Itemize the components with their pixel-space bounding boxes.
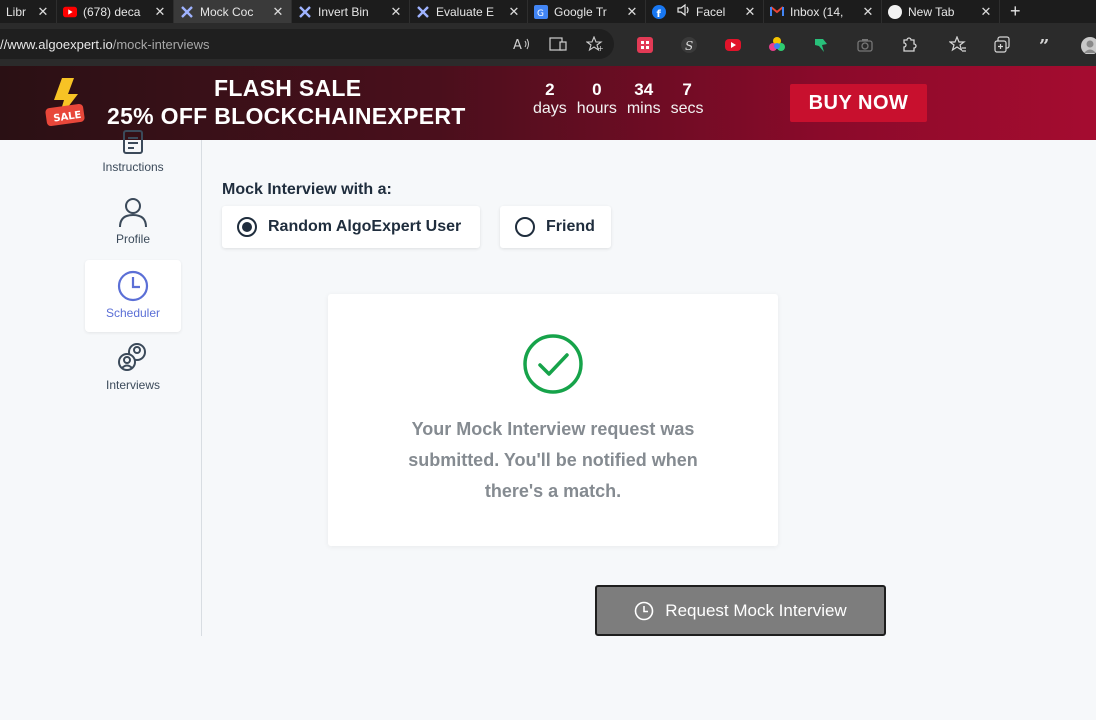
user-icon bbox=[119, 198, 147, 228]
algoexpert-icon bbox=[298, 5, 312, 19]
tab-title: Invert Bin bbox=[318, 4, 369, 19]
tab-evaluate[interactable]: Evaluate E ✕ bbox=[410, 0, 528, 23]
collections-icon[interactable] bbox=[993, 36, 1011, 54]
youtube-icon bbox=[63, 5, 77, 19]
tab-close-icon[interactable]: ✕ bbox=[861, 4, 875, 20]
add-favorite-icon[interactable]: + bbox=[585, 35, 604, 53]
option-label: Friend bbox=[546, 218, 595, 235]
facebook-icon: f bbox=[652, 4, 666, 19]
url-host: //www.algoexpert.io bbox=[0, 37, 113, 52]
flash-sale-offer: 25% OFF BLOCKCHAINEXPERT bbox=[107, 103, 466, 129]
option-label: Random AlgoExpert User bbox=[268, 218, 462, 235]
tab-close-icon[interactable]: ✕ bbox=[507, 4, 521, 20]
sidebar: Instructions Profile Scheduler Interview… bbox=[0, 130, 202, 636]
sidebar-item-scheduler[interactable]: Scheduler bbox=[85, 260, 181, 332]
tab-title: Facel bbox=[696, 4, 726, 19]
tab-gmail[interactable]: Inbox (14, ✕ bbox=[764, 0, 882, 23]
countdown-hours: 0 hours bbox=[576, 80, 617, 117]
extension-color-icon[interactable] bbox=[768, 36, 786, 54]
address-bar: //www.algoexpert.io/mock-interviews A + … bbox=[0, 23, 1096, 66]
option-random-user[interactable]: Random AlgoExpert User bbox=[222, 206, 480, 248]
svg-text:G: G bbox=[537, 9, 544, 19]
clock-icon bbox=[634, 601, 654, 620]
svg-text:S: S bbox=[685, 39, 693, 53]
algoexpert-icon bbox=[180, 5, 194, 19]
option-friend[interactable]: Friend bbox=[500, 206, 611, 248]
google-translate-icon: G bbox=[534, 4, 548, 19]
speaker-icon[interactable] bbox=[676, 3, 692, 20]
tab-title: Mock Coc bbox=[200, 4, 254, 19]
extension-youtube-icon[interactable] bbox=[724, 36, 742, 54]
tab-mock-coding[interactable]: Mock Coc ✕ bbox=[174, 0, 292, 23]
sidebar-item-label: Scheduler bbox=[105, 306, 161, 320]
success-card: Your Mock Interview request was submitte… bbox=[328, 294, 778, 546]
tab-close-icon[interactable]: ✕ bbox=[979, 4, 993, 20]
tab-close-icon[interactable]: ✕ bbox=[743, 4, 757, 20]
sidebar-item-profile[interactable]: Profile bbox=[85, 196, 181, 268]
extension-s-icon[interactable]: S bbox=[680, 36, 698, 54]
mock-interview-heading: Mock Interview with a: bbox=[222, 181, 392, 198]
sidebar-item-label: Interviews bbox=[105, 378, 161, 392]
svg-text:A: A bbox=[513, 38, 522, 52]
clock-icon bbox=[117, 270, 149, 302]
flash-sale-title: FLASH SALE bbox=[214, 75, 362, 101]
sidebar-item-label: Profile bbox=[115, 232, 150, 246]
tab-close-icon[interactable]: ✕ bbox=[271, 4, 285, 20]
svg-text:f: f bbox=[657, 9, 662, 19]
tab-library[interactable]: Libr ✕ bbox=[0, 0, 57, 23]
tab-title: Inbox (14, bbox=[790, 4, 844, 19]
sidebar-item-interviews[interactable]: Interviews bbox=[85, 342, 181, 414]
quote-extension-icon[interactable]: ” bbox=[1037, 36, 1055, 57]
algoexpert-icon bbox=[416, 5, 430, 19]
document-icon bbox=[123, 130, 143, 154]
tab-close-icon[interactable]: ✕ bbox=[389, 4, 403, 20]
svg-text:+: + bbox=[597, 44, 604, 52]
sale-lightning-icon: SALE bbox=[44, 76, 90, 130]
new-tab-button[interactable]: + bbox=[1000, 0, 1031, 23]
sidebar-item-instructions[interactable]: Instructions bbox=[85, 130, 181, 202]
tab-title: Google Tr bbox=[554, 4, 607, 19]
tab-facebook[interactable]: f Facel ✕ bbox=[646, 0, 764, 23]
url-text[interactable]: //www.algoexpert.io/mock-interviews bbox=[0, 37, 210, 52]
radio-friend[interactable] bbox=[515, 217, 535, 237]
tab-close-icon[interactable]: ✕ bbox=[153, 4, 167, 20]
tab-google-translate[interactable]: G Google Tr ✕ bbox=[528, 0, 646, 23]
newtab-icon bbox=[888, 4, 902, 19]
request-button-label: Request Mock Interview bbox=[665, 600, 847, 620]
people-icon bbox=[118, 343, 146, 371]
sidebar-item-label: Instructions bbox=[102, 160, 164, 174]
svg-text:”: ” bbox=[1039, 36, 1049, 54]
countdown-timer: 2 days 0 hours 34 mins 7 secs bbox=[533, 80, 714, 118]
browser-tab-strip: Libr ✕ (678) deca ✕ Mock Coc ✕ Invert Bi… bbox=[0, 0, 1096, 23]
tab-title: Libr bbox=[6, 4, 27, 19]
camera-icon[interactable] bbox=[856, 36, 874, 54]
extension-red-icon[interactable] bbox=[636, 36, 654, 54]
request-mock-interview-button[interactable]: Request Mock Interview bbox=[595, 585, 886, 636]
gmail-icon bbox=[770, 5, 784, 19]
countdown-secs: 7 secs bbox=[670, 80, 704, 117]
profile-avatar-icon[interactable] bbox=[1080, 36, 1096, 54]
radio-random-user[interactable] bbox=[237, 217, 257, 237]
tab-title: (678) deca bbox=[83, 4, 141, 19]
tab-invert-binary[interactable]: Invert Bin ✕ bbox=[292, 0, 410, 23]
read-aloud-icon[interactable]: A bbox=[513, 36, 531, 53]
extensions-puzzle-icon[interactable] bbox=[900, 36, 918, 54]
tab-close-icon[interactable]: ✕ bbox=[36, 4, 50, 20]
tab-new-tab[interactable]: New Tab ✕ bbox=[882, 0, 1000, 23]
url-field[interactable]: //www.algoexpert.io/mock-interviews A + bbox=[0, 29, 614, 59]
countdown-days: 2 days bbox=[533, 80, 567, 117]
tab-title: New Tab bbox=[908, 4, 955, 19]
flash-sale-banner: SALE FLASH SALE 25% OFF BLOCKCHAINEXPERT… bbox=[0, 66, 1096, 140]
reader-view-icon[interactable] bbox=[549, 36, 567, 52]
tab-title: Evaluate E bbox=[436, 4, 495, 19]
tab-youtube[interactable]: (678) deca ✕ bbox=[57, 0, 174, 23]
favorites-icon[interactable] bbox=[948, 35, 967, 54]
countdown-mins: 34 mins bbox=[626, 80, 661, 117]
tab-close-icon[interactable]: ✕ bbox=[625, 4, 639, 20]
url-path: /mock-interviews bbox=[112, 37, 210, 52]
buy-now-button[interactable]: BUY NOW bbox=[790, 84, 927, 122]
success-message: Your Mock Interview request was submitte… bbox=[408, 419, 698, 501]
check-circle-icon bbox=[523, 334, 583, 394]
extension-bird-icon[interactable] bbox=[812, 36, 830, 54]
